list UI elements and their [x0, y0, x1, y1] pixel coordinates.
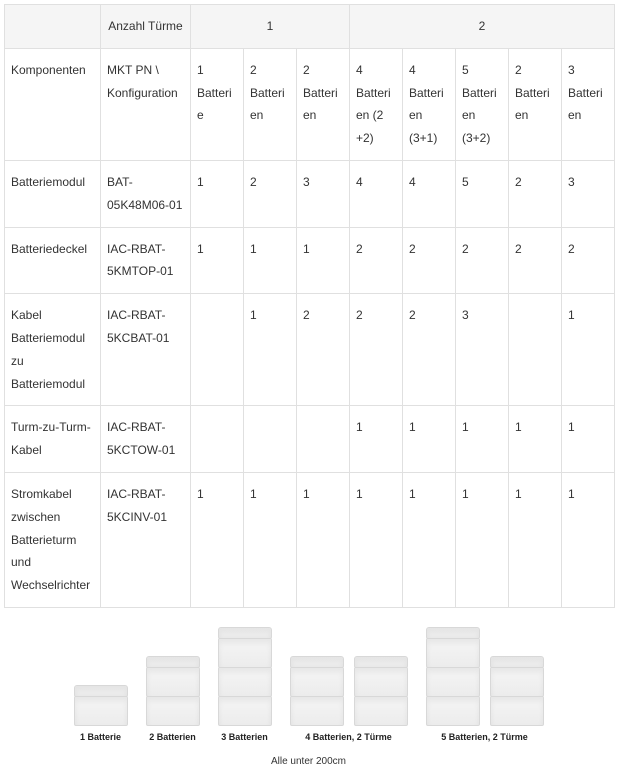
- cell: 2: [244, 160, 297, 227]
- config-label: 5 Batterien, 2 Türme: [441, 732, 528, 742]
- tower-illustration: 1 Batterie 2 Batterien 3: [4, 628, 613, 767]
- cell: 2: [509, 160, 562, 227]
- cell: 1: [509, 472, 562, 607]
- col-label-c3: 2 Batterien: [244, 48, 297, 160]
- header-towers: Anzahl Türme: [101, 5, 191, 49]
- col-label-mkt: MKT PN \ Konfiguration: [101, 48, 191, 160]
- config-5-batteries-2-towers: 5 Batterien, 2 Türme: [426, 628, 544, 742]
- cell: 1: [350, 472, 403, 607]
- cell: 1: [456, 406, 509, 473]
- cell: 1: [297, 472, 350, 607]
- cell: 2: [403, 294, 456, 406]
- cell: 1: [191, 160, 244, 227]
- cell: 2: [456, 227, 509, 294]
- cell: 1: [562, 472, 615, 607]
- row-label: Batteriemodul: [5, 160, 101, 227]
- cell: 3: [562, 160, 615, 227]
- cell: 3: [297, 160, 350, 227]
- config-label: 4 Batterien, 2 Türme: [305, 732, 392, 742]
- config-label: 3 Batterien: [221, 732, 268, 742]
- cell: [244, 406, 297, 473]
- cell: 2: [297, 294, 350, 406]
- col-label-komponenten: Komponenten: [5, 48, 101, 160]
- table-row: Stromkabel zwischen Batterieturm und Wec…: [5, 472, 615, 607]
- header-group-1: 1: [191, 5, 350, 49]
- row-mkt: IAC-RBAT-5KMTOP-01: [101, 227, 191, 294]
- header-blank: [5, 5, 101, 49]
- cell: 3: [456, 294, 509, 406]
- cell: [509, 294, 562, 406]
- row-mkt: IAC-RBAT-5KCINV-01: [101, 472, 191, 607]
- col-label-c8: 2 Batterien: [509, 48, 562, 160]
- cell: 1: [403, 472, 456, 607]
- row-mkt: BAT-05K48M06-01: [101, 160, 191, 227]
- cell: 5: [456, 160, 509, 227]
- col-label-c9: 3 Batterien: [562, 48, 615, 160]
- col-label-c4: 2 Batterien: [297, 48, 350, 160]
- row-label: Turm-zu-Turm-Kabel: [5, 406, 101, 473]
- table-row: Batteriemodul BAT-05K48M06-01 1 2 3 4 4 …: [5, 160, 615, 227]
- components-table: Anzahl Türme 1 2 Komponenten MKT PN \ Ko…: [4, 4, 615, 608]
- config-4-batteries-2-towers: 4 Batterien, 2 Türme: [290, 657, 408, 742]
- header-group-2: 2: [350, 5, 615, 49]
- cell: 1: [191, 472, 244, 607]
- col-label-c5: 4 Batterien (2 +2): [350, 48, 403, 160]
- config-1-battery: 1 Batterie: [74, 686, 128, 742]
- config-3-batteries: 3 Batterien: [218, 628, 272, 742]
- cell: 1: [350, 406, 403, 473]
- table-row: Batteriedeckel IAC-RBAT-5KMTOP-01 1 1 1 …: [5, 227, 615, 294]
- config-2-batteries: 2 Batterien: [146, 657, 200, 742]
- header-row-1: Anzahl Türme 1 2: [5, 5, 615, 49]
- cell: 1: [562, 406, 615, 473]
- cell: 2: [350, 294, 403, 406]
- config-label: 1 Batterie: [80, 732, 121, 742]
- cell: 1: [562, 294, 615, 406]
- cell: [297, 406, 350, 473]
- cell: 1: [509, 406, 562, 473]
- cell: 1: [191, 227, 244, 294]
- column-labels-row: Komponenten MKT PN \ Konfiguration 1 Bat…: [5, 48, 615, 160]
- cell: 2: [403, 227, 456, 294]
- row-label: Batteriedeckel: [5, 227, 101, 294]
- cell: 4: [350, 160, 403, 227]
- cell: 1: [297, 227, 350, 294]
- col-label-c7: 5 Batterien (3+2): [456, 48, 509, 160]
- cell: 1: [244, 294, 297, 406]
- col-label-c6: 4 Batterien (3+1): [403, 48, 456, 160]
- row-mkt: IAC-RBAT-5KCTOW-01: [101, 406, 191, 473]
- cell: 2: [350, 227, 403, 294]
- cell: [191, 406, 244, 473]
- cell: [191, 294, 244, 406]
- row-label: Kabel Batteriemodul zu Batteriemodul: [5, 294, 101, 406]
- col-label-c2: 1 Batterie: [191, 48, 244, 160]
- row-mkt: IAC-RBAT-5KCBAT-01: [101, 294, 191, 406]
- cell: 2: [562, 227, 615, 294]
- cell: 1: [456, 472, 509, 607]
- row-label: Stromkabel zwischen Batterieturm und Wec…: [5, 472, 101, 607]
- cell: 2: [509, 227, 562, 294]
- illustration-footer: Alle unter 200cm: [4, 756, 613, 767]
- table-row: Kabel Batteriemodul zu Batteriemodul IAC…: [5, 294, 615, 406]
- table-row: Turm-zu-Turm-Kabel IAC-RBAT-5KCTOW-01 1 …: [5, 406, 615, 473]
- cell: 1: [244, 472, 297, 607]
- cell: 1: [403, 406, 456, 473]
- cell: 1: [244, 227, 297, 294]
- config-label: 2 Batterien: [149, 732, 196, 742]
- cell: 4: [403, 160, 456, 227]
